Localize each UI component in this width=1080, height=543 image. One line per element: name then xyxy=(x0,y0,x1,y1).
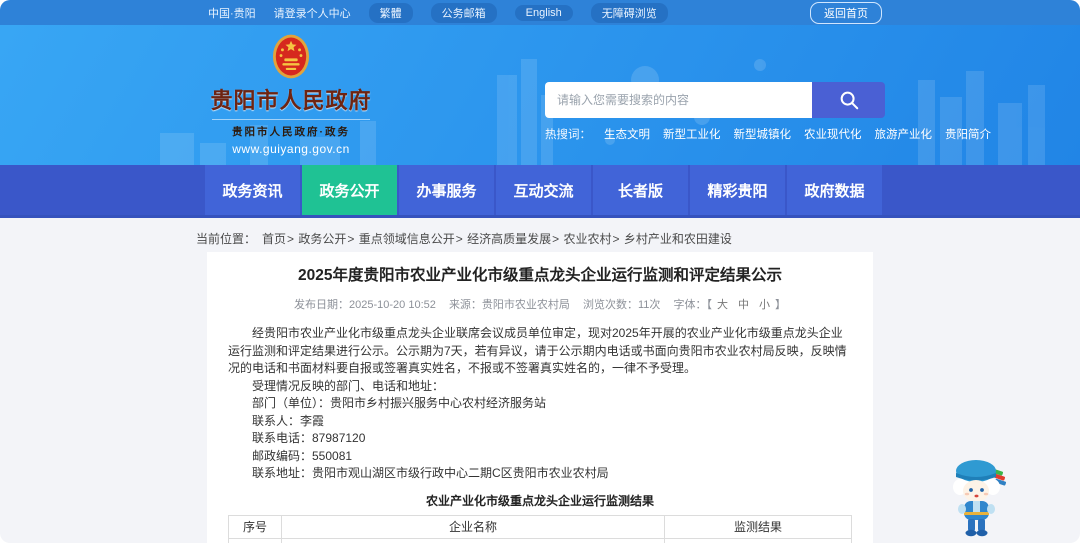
article-meta: 发布日期：2025-10-20 10:52 来源：贵阳市农业农村局 浏览次数：1… xyxy=(228,296,852,312)
search-area: 热搜词： 生态文明 新型工业化 新型城镇化 农业现代化 旅游产业化 贵阳简介 xyxy=(545,82,991,142)
article-paragraph: 联系电话：87987120 xyxy=(252,431,366,445)
article-paragraph: 联系地址：贵阳市观山湖区市级行政中心二期C区贵阳市农业农村局 xyxy=(252,466,609,480)
national-emblem-icon xyxy=(272,34,310,79)
nav-tab[interactable]: 互动交流 xyxy=(496,165,591,215)
col-header-company: 企业名称 xyxy=(280,514,666,539)
breadcrumb-item[interactable]: 重点领域信息公开 xyxy=(359,232,464,246)
topbar-link[interactable]: 繁體 xyxy=(368,2,413,23)
font-size-control: 字体：【 xyxy=(673,299,712,311)
breadcrumb-item[interactable]: 农业农村 xyxy=(564,232,621,246)
col-header-index: 序号 xyxy=(228,514,282,539)
cell-index: 1 xyxy=(228,537,282,543)
nav-tab[interactable]: 办事服务 xyxy=(399,165,494,215)
page-content: 当前位置： 首页 政务公开 重点领域信息公开 经济高质量发展 农业农村 乡村产业… xyxy=(0,218,1080,543)
logo-divider xyxy=(212,119,370,120)
cell-company: 贵州合力超市采购有限公司 xyxy=(280,537,666,543)
nav-tab[interactable]: 政务公开 xyxy=(302,165,397,215)
publish-date: 发布日期：2025-10-20 10:52 xyxy=(294,299,436,311)
font-size-option[interactable]: 中 xyxy=(738,299,749,311)
view-count: 浏览次数：11次 xyxy=(583,299,661,311)
main-navigation: 政务资讯 政务公开 办事服务 互动交流 长者版 精彩贵阳 政府数据 xyxy=(0,165,1080,218)
table-row: 1 贵州合力超市采购有限公司 合格 xyxy=(228,537,852,543)
search-bar xyxy=(545,82,885,118)
result-table-title: 农业产业化市级重点龙头企业运行监测结果 xyxy=(425,493,654,508)
topbar-link[interactable]: 请登录个人中心 xyxy=(274,5,351,21)
hot-word-link[interactable]: 新型城镇化 xyxy=(734,126,792,142)
font-size-option[interactable]: 大 xyxy=(717,299,728,311)
site-title: 贵阳市人民政府 xyxy=(210,88,372,113)
mascot-icon[interactable] xyxy=(948,456,1010,542)
hot-word-list: 生态文明 新型工业化 新型城镇化 农业现代化 旅游产业化 贵阳简介 xyxy=(604,126,991,142)
nav-tab[interactable]: 政府数据 xyxy=(787,165,882,215)
site-subtitle: 贵阳市人民政府·政务 xyxy=(232,126,350,138)
article-paragraph: 邮政编码：550081 xyxy=(252,448,353,463)
hot-words-label: 热搜词： xyxy=(545,129,591,141)
font-size-control-end: 】 xyxy=(774,299,786,311)
site-logo-block[interactable]: 贵阳市人民政府 贵阳市人民政府·政务 www.guiyang.gov.cn xyxy=(210,33,372,156)
return-home-button[interactable]: 返回首页 xyxy=(810,1,882,24)
breadcrumb-item[interactable]: 经济高质量发展 xyxy=(467,232,560,246)
font-size-option[interactable]: 小 xyxy=(759,299,770,311)
article-paragraph: 部门（单位）：贵阳市乡村振兴服务中心农村经济服务站 xyxy=(252,396,547,410)
breadcrumb-path: 首页 政务公开 重点领域信息公开 经济高质量发展 农业农村 乡村产业和农田建设 xyxy=(262,230,732,247)
hot-word-link[interactable]: 生态文明 xyxy=(604,126,650,142)
nav-tab-list: 政务资讯 政务公开 办事服务 互动交流 长者版 精彩贵阳 政府数据 xyxy=(0,165,1080,215)
search-input[interactable] xyxy=(545,82,812,118)
topbar-link[interactable]: English xyxy=(514,4,573,21)
article-card: 2025年度贵阳市农业产业化市级重点龙头企业运行监测和评定结果公示 发布日期：2… xyxy=(207,252,873,543)
topbar-link[interactable]: 公务邮箱 xyxy=(430,2,497,23)
article-body: 经贵阳市农业产业化市级重点龙头企业联席会议成员单位审定，现对2025年开展的农业… xyxy=(228,325,852,483)
nav-tab[interactable]: 政务资讯 xyxy=(205,165,300,215)
monitoring-result-table: 序号 企业名称 监测结果 1 贵州合力超市采购有限公司 合格 xyxy=(228,514,852,543)
breadcrumb-item[interactable]: 乡村产业和农田建设 xyxy=(624,232,732,246)
nav-tab[interactable]: 长者版 xyxy=(593,165,688,215)
cell-result: 合格 xyxy=(664,537,852,543)
table-header-row: 序号 企业名称 监测结果 xyxy=(228,514,852,539)
nav-tab[interactable]: 精彩贵阳 xyxy=(690,165,785,215)
article-paragraph: 经贵阳市农业产业化市级重点龙头企业联席会议成员单位审定，现对2025年开展的农业… xyxy=(228,326,847,375)
col-header-result: 监测结果 xyxy=(664,514,852,539)
breadcrumb-item[interactable]: 政务公开 xyxy=(298,232,355,246)
hot-search-words: 热搜词： 生态文明 新型工业化 新型城镇化 农业现代化 旅游产业化 贵阳简介 xyxy=(545,126,991,142)
search-button[interactable] xyxy=(812,82,885,118)
article-source: 来源：贵阳市农业农村局 xyxy=(448,299,570,311)
search-icon xyxy=(840,91,858,110)
top-utility-bar: 中国·贵阳 请登录个人中心 繁體 公务邮箱 English 无障碍浏览 返回首页 xyxy=(0,0,1080,25)
article-paragraph: 联系人：李霞 xyxy=(252,413,325,428)
breadcrumb-label: 当前位置： xyxy=(196,231,257,246)
hot-word-link[interactable]: 旅游产业化 xyxy=(875,126,933,142)
topbar-link[interactable]: 无障碍浏览 xyxy=(590,2,668,23)
hot-word-link[interactable]: 贵阳简介 xyxy=(945,126,991,142)
topbar-links: 中国·贵阳 请登录个人中心 繁體 公务邮箱 English 无障碍浏览 xyxy=(208,2,668,23)
table-body: 1 贵州合力超市采购有限公司 合格 2 贵州友禾种业有限公司 合格 3 xyxy=(228,537,852,543)
hot-word-link[interactable]: 农业现代化 xyxy=(804,126,862,142)
article-paragraph: 受理情况反映的部门、电话和地址： xyxy=(252,378,445,393)
breadcrumb-item[interactable]: 首页 xyxy=(262,232,295,246)
article-title: 2025年度贵阳市农业产业化市级重点龙头企业运行监测和评定结果公示 xyxy=(298,267,782,284)
guiyang-gov-page: 中国·贵阳 请登录个人中心 繁體 公务邮箱 English 无障碍浏览 返回首页 xyxy=(0,0,1080,543)
breadcrumb: 当前位置： 首页 政务公开 重点领域信息公开 经济高质量发展 农业农村 乡村产业… xyxy=(0,227,1080,249)
hot-word-link[interactable]: 新型工业化 xyxy=(663,126,721,142)
site-banner: 贵阳市人民政府 贵阳市人民政府·政务 www.guiyang.gov.cn 热搜… xyxy=(0,25,1080,165)
font-size-options: 大中小 xyxy=(712,299,775,311)
city-skyline-decoration xyxy=(160,59,1045,165)
site-url: www.guiyang.gov.cn xyxy=(232,142,350,156)
topbar-link[interactable]: 中国·贵阳 xyxy=(208,5,256,21)
